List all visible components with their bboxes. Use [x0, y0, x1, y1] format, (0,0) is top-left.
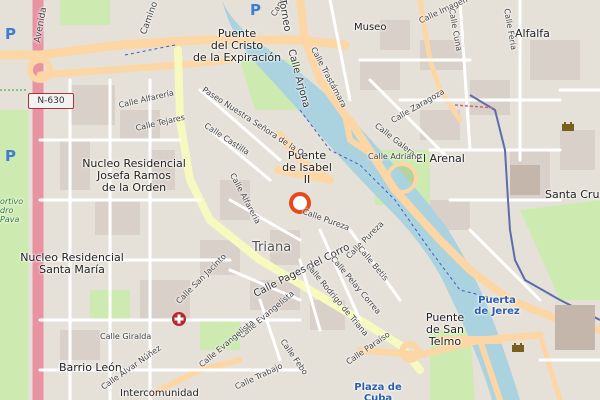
label-puente-isabel: Puente de Isabel II: [282, 149, 332, 187]
street-calle-adriano: Calle Adriano: [368, 152, 422, 161]
label-nucleo-residencial: Nucleo Residencial Josefa Ramos de la Or…: [82, 157, 186, 195]
label-nucleo-santa-maria: Nucleo Residencial Santa María: [20, 251, 124, 277]
parking-icon[interactable]: P: [5, 25, 16, 43]
monument-icon[interactable]: [511, 341, 525, 353]
label-sports-area: ortivo dro Pava: [0, 197, 24, 224]
label-santa-cruz: Santa Cruz: [545, 188, 600, 201]
parking-icon[interactable]: P: [250, 1, 261, 19]
label-puente-cristo: Puente del Cristo de la Expiración: [192, 27, 282, 65]
map-view[interactable]: N-630 P P P Puente del Cristo de la Expi…: [0, 0, 600, 400]
label-plaza-cuba: Plaza de Cuba: [354, 382, 402, 400]
label-puerta-jerez: Puerta de Jerez: [474, 295, 520, 317]
label-el-arenal: El Arenal: [416, 152, 465, 165]
hospital-icon[interactable]: [171, 311, 187, 327]
label-alfalfa: Alfalfa: [515, 27, 550, 40]
label-museo: Museo: [354, 22, 387, 33]
label-barrio-leon: Barrio León: [59, 361, 122, 374]
street-calle-giralda: Calle Giralda: [100, 332, 152, 341]
label-puente-san-telmo: Puente de San Telmo: [425, 311, 465, 349]
label-triana: Triana: [252, 240, 292, 255]
label-intercomunidad: Intercomunidad: [120, 388, 199, 399]
parking-icon[interactable]: P: [5, 147, 16, 165]
monument-icon[interactable]: [561, 120, 575, 132]
road-shield-n630: N-630: [28, 93, 74, 109]
